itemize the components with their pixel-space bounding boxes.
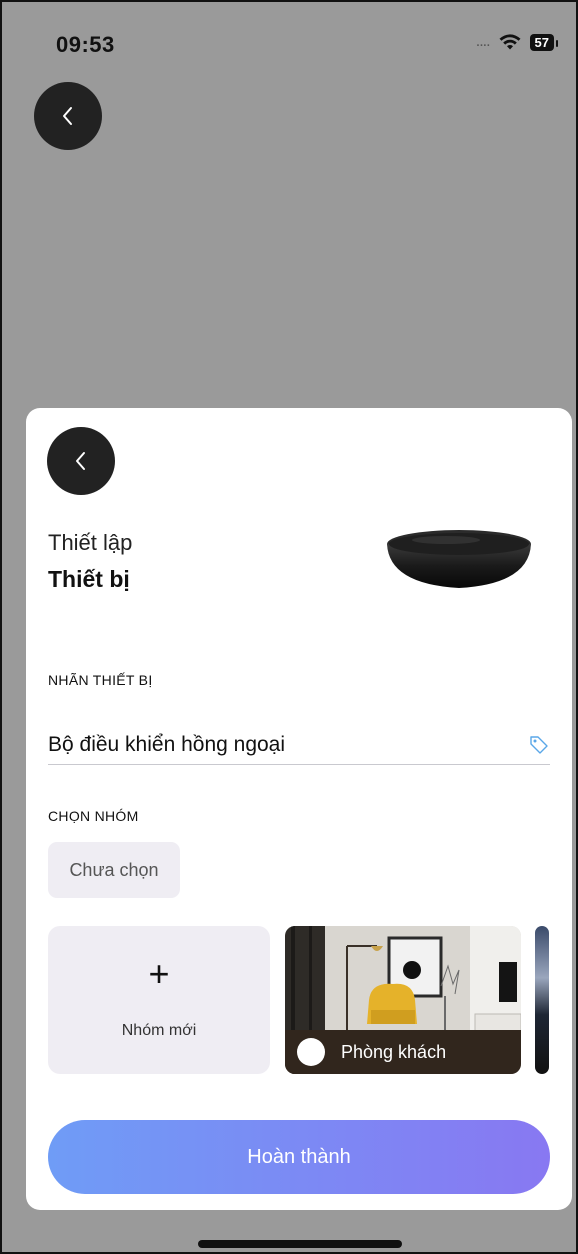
battery-icon: 57 [529, 33, 559, 51]
tag-icon[interactable] [528, 734, 550, 756]
signal-icon: .... [475, 33, 491, 50]
group-card-living-room[interactable]: Phòng khách [285, 926, 521, 1074]
chevron-left-icon [76, 452, 85, 470]
chevron-left-icon [63, 107, 72, 125]
page-subtitle: Thiết lập [48, 530, 133, 555]
room-card-label: Phòng khách [341, 1041, 447, 1062]
room-radio[interactable] [297, 1038, 325, 1066]
device-label-heading: NHÃN THIẾT BỊ [48, 672, 153, 688]
status-time: 09:53 [56, 32, 115, 57]
sheet-back-button[interactable] [47, 427, 115, 495]
new-group-label: Nhóm mới [121, 1022, 197, 1039]
room-card-overlay: Phòng khách [285, 1030, 521, 1074]
home-indicator [198, 1240, 402, 1248]
wifi-icon [499, 34, 521, 50]
new-group-card[interactable]: + Nhóm mới [48, 926, 270, 1074]
selected-group-chip[interactable]: Chưa chọn [48, 842, 180, 898]
group-card-next[interactable] [535, 926, 549, 1074]
ir-remote-device-image [387, 530, 531, 588]
status-icons: .... 57 [475, 33, 559, 51]
top-back-button[interactable] [34, 82, 102, 150]
done-button[interactable]: Hoàn thành [48, 1120, 550, 1194]
device-label-input[interactable]: Bộ điều khiển hồng ngoại [48, 726, 550, 765]
status-bar: 09:53 .... 57 [0, 0, 578, 80]
device-label-value: Bộ điều khiển hồng ngoại [48, 733, 286, 756]
setup-sheet: Thiết lập Thiết bị NHÃN THIẾT BỊ Bộ điều… [26, 408, 572, 1210]
group-heading: CHỌN NHÓM [48, 808, 139, 824]
page-title: Thiết bị [48, 566, 130, 592]
plus-icon: + [148, 953, 170, 994]
